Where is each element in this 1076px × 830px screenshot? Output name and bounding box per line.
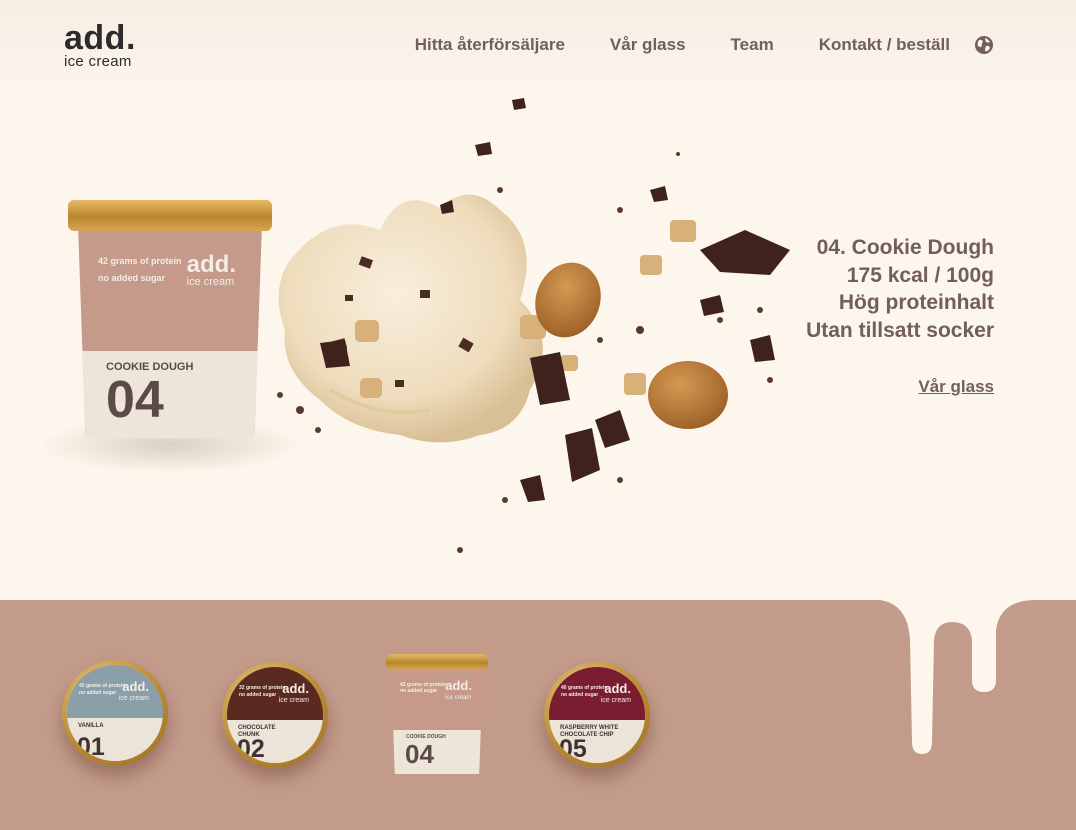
lid-brand: add. ice cream — [118, 679, 149, 702]
lid-brand: add. ice cream — [278, 681, 309, 704]
tub-number: 04 — [106, 371, 164, 429]
tub-number: 04 — [405, 739, 434, 769]
main-nav: Hitta återförsäljare Vår glass Team Kont… — [370, 34, 950, 56]
lid-face: 32 grams of protein no added sugar add. ic… — [227, 667, 323, 763]
nav-team[interactable]: Team — [731, 34, 774, 56]
logo-main: add. — [64, 19, 136, 57]
product-tub-cookie-dough-selected[interactable]: 42 grams of protein no added sugar add. ic… — [386, 654, 488, 774]
melting-drip-decoration — [860, 600, 1076, 754]
tub-lid — [68, 200, 272, 231]
nav-our-ice-cream[interactable]: Vår glass — [610, 34, 686, 56]
hero-product-sugar: Utan tillsatt socker — [806, 318, 994, 342]
nav-contact-order[interactable]: Kontakt / beställ — [819, 34, 950, 56]
hero-product-tub: 42 grams of protein no added sugar add. … — [68, 200, 272, 438]
lid-flavor: VANILLA — [78, 723, 104, 729]
product-lid-vanilla[interactable]: 42 grams of protein no added sugar add. ic… — [62, 660, 168, 766]
lid-face: 40 grams of protein no added sugar add. ic… — [549, 667, 645, 763]
product-lid-raspberry-white-chocolate-chip[interactable]: 40 grams of protein no added sugar add. ic… — [544, 662, 650, 768]
lid-number: 05 — [559, 735, 587, 763]
our-ice-cream-link[interactable]: Vår glass — [918, 377, 994, 397]
tub-claim-sugar: no added sugar — [98, 273, 166, 283]
nav-find-retailer[interactable]: Hitta återförsäljare — [415, 34, 565, 56]
tub-brand-main: add. — [186, 251, 236, 278]
tub-claim-protein: grams of protein — [110, 256, 182, 266]
globe-icon[interactable] — [974, 35, 994, 55]
logo-sub: ice cream — [64, 53, 132, 70]
lid-brand: add. ice cream — [600, 681, 631, 704]
site-header: add. ice cream Hitta återförsäljare Vår … — [0, 0, 1076, 92]
hero-product-protein: Hög proteinhalt — [838, 291, 994, 314]
lid-number: 01 — [77, 733, 105, 761]
logo[interactable]: add. ice cream — [64, 19, 136, 70]
tub-claim-protein-num: 42 — [98, 256, 109, 266]
tub-brand: add. ice cream — [186, 251, 236, 289]
hero-product-info: 04. Cookie Dough 175 kcal / 100g Hög pro… — [806, 234, 994, 344]
tub-claims: 42 grams of protein no added sugar — [98, 256, 182, 284]
lid-number: 02 — [237, 735, 265, 763]
tub-brand: add. ice cream — [445, 678, 472, 701]
tub-brand-sub: ice cream — [186, 276, 235, 288]
product-lid-chocolate-chunk[interactable]: 32 grams of protein no added sugar add. ic… — [222, 662, 328, 768]
lid-face: 42 grams of protein no added sugar add. ic… — [67, 665, 163, 761]
hero-product-kcal: 175 kcal / 100g — [846, 263, 994, 287]
hero-product-title: 04. Cookie Dough — [816, 236, 994, 259]
tub-lid — [386, 654, 488, 670]
tub-claims: 42 grams of protein no added sugar — [400, 682, 447, 694]
